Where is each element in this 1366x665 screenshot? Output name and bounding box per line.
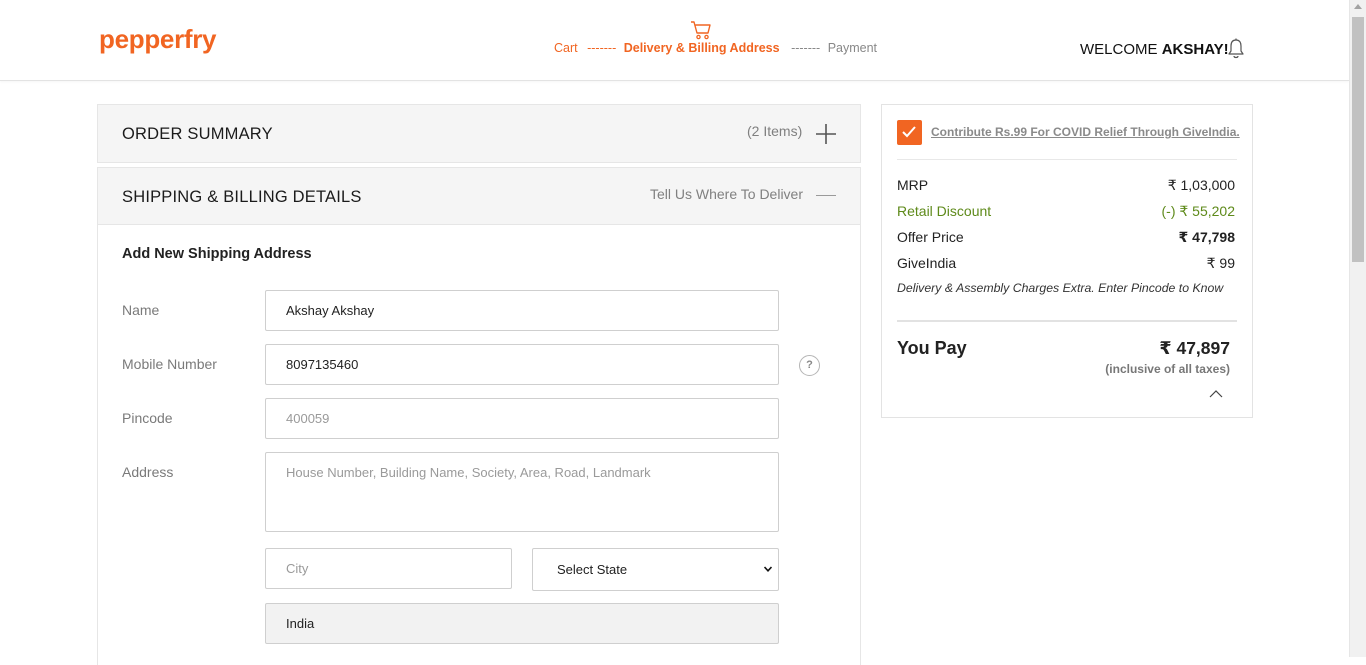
chevron-down-icon <box>764 566 772 572</box>
name-input[interactable] <box>265 290 779 331</box>
divider <box>897 320 1237 322</box>
form-title: Add New Shipping Address <box>122 246 312 262</box>
price-summary-card: Contribute Rs.99 For COVID Relief Throug… <box>881 104 1253 418</box>
country-input <box>265 603 779 644</box>
you-pay-value: ₹ 47,897 <box>1159 338 1230 358</box>
scroll-up-arrow-icon[interactable] <box>1354 4 1362 9</box>
shipping-address-form: Add New Shipping Address Name Mobile Num… <box>97 225 861 665</box>
price-row-value: (-) ₹ 55,202 <box>1161 203 1236 219</box>
taxes-note: (inclusive of all taxes) <box>1105 362 1230 376</box>
pincode-label: Pincode <box>122 410 173 426</box>
cart-icon <box>691 21 711 40</box>
step-payment: Payment <box>827 41 878 55</box>
collapse-minus-icon[interactable] <box>816 195 836 196</box>
price-row-giveindia: GiveIndia ₹ 99 <box>897 255 1235 271</box>
divider <box>897 159 1237 160</box>
shipping-billing-panel[interactable]: SHIPPING & BILLING DETAILS Tell Us Where… <box>97 167 861 225</box>
item-count: (2 Items) <box>747 123 803 139</box>
mobile-label: Mobile Number <box>122 356 217 372</box>
giveindia-link[interactable]: Contribute Rs.99 For COVID Relief Throug… <box>931 125 1240 139</box>
price-row-value: ₹ 99 <box>1206 255 1235 271</box>
pincode-input[interactable] <box>265 398 779 439</box>
bell-icon[interactable] <box>1227 38 1245 60</box>
expand-plus-icon[interactable] <box>816 124 836 144</box>
order-summary-panel[interactable]: ORDER SUMMARY (2 Items) <box>97 104 861 163</box>
scrollbar-thumb[interactable] <box>1352 17 1364 262</box>
price-row-value: ₹ 1,03,000 <box>1167 177 1235 193</box>
step-cart[interactable]: Cart <box>554 41 578 55</box>
price-row-offer: Offer Price ₹ 47,798 <box>897 229 1235 245</box>
name-label: Name <box>122 302 160 318</box>
shipping-billing-title: SHIPPING & BILLING DETAILS <box>122 188 362 206</box>
mobile-help-icon[interactable]: ? <box>799 355 820 376</box>
mobile-input[interactable] <box>265 344 779 385</box>
step-separator: ------- <box>791 41 821 55</box>
step-delivery-billing: Delivery & Billing Address <box>623 41 780 55</box>
welcome-user[interactable]: WELCOME AKSHAY! <box>1080 41 1229 58</box>
price-row-discount: Retail Discount (-) ₹ 55,202 <box>897 203 1235 219</box>
you-pay-label: You Pay <box>897 338 967 358</box>
chevron-up-icon[interactable] <box>1209 389 1223 399</box>
welcome-prefix: WELCOME <box>1080 41 1162 58</box>
city-input[interactable] <box>265 548 512 589</box>
shipping-subtitle: Tell Us Where To Deliver <box>650 186 804 202</box>
site-header: pepperfry Cart ------- Delivery & Billin… <box>0 0 1349 81</box>
price-row-label: MRP <box>897 177 929 193</box>
address-input[interactable] <box>265 452 779 532</box>
step-separator: ------- <box>587 41 617 55</box>
price-row-label: Retail Discount <box>897 203 992 219</box>
price-row-label: Offer Price <box>897 229 964 245</box>
user-name: AKSHAY! <box>1161 41 1229 58</box>
pepperfry-logo[interactable]: pepperfry <box>99 24 217 55</box>
price-row-value: ₹ 47,798 <box>1178 229 1235 245</box>
order-summary-title: ORDER SUMMARY <box>122 125 273 143</box>
checkout-steps: Cart ------- Delivery & Billing Address … <box>554 20 884 60</box>
address-label: Address <box>122 464 174 480</box>
delivery-note: Delivery & Assembly Charges Extra. Enter… <box>897 281 1224 295</box>
giveindia-checkbox[interactable] <box>897 120 922 145</box>
page-scrollbar[interactable] <box>1349 0 1366 657</box>
price-row-label: GiveIndia <box>897 255 957 271</box>
state-select-value: Select State <box>557 562 628 577</box>
price-row-mrp: MRP ₹ 1,03,000 <box>897 177 1235 193</box>
check-icon <box>902 126 916 138</box>
state-select[interactable]: Select State <box>532 548 779 591</box>
